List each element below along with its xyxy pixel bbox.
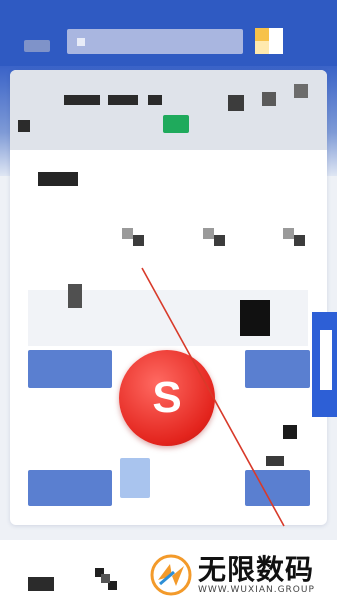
search-icon	[77, 37, 85, 46]
list-tile[interactable]	[245, 350, 310, 388]
info-icon	[18, 120, 30, 132]
info-text-block	[64, 95, 100, 105]
info-panel	[10, 70, 327, 150]
info-avatar	[228, 95, 244, 111]
list-tile[interactable]	[120, 458, 150, 498]
list-item-icon	[240, 300, 270, 336]
indicator	[283, 425, 297, 439]
scan-icon[interactable]	[255, 28, 295, 54]
watermark-logo-icon	[150, 554, 192, 596]
feature-icon[interactable]	[122, 228, 144, 246]
side-panel-accent	[320, 330, 332, 390]
list-tile[interactable]	[245, 470, 310, 506]
indicator	[266, 456, 284, 466]
section-title	[38, 172, 78, 186]
feature-icon[interactable]	[203, 228, 225, 246]
main-action-button[interactable]: S	[119, 350, 215, 446]
info-avatar	[294, 84, 308, 98]
home-icon[interactable]	[28, 577, 54, 591]
list-item-icon	[68, 284, 82, 308]
info-text-block	[108, 95, 138, 105]
info-avatar	[262, 92, 276, 106]
status-green-icon	[163, 115, 189, 133]
watermark-title: 无限数码	[198, 553, 315, 586]
feature-icon[interactable]	[283, 228, 305, 246]
watermark-subtitle: WWW.WUXIAN.GROUP	[198, 585, 315, 595]
info-text-block	[148, 95, 162, 105]
watermark: 无限数码 WWW.WUXIAN.GROUP	[150, 550, 337, 600]
search-input[interactable]	[67, 29, 243, 54]
list-tile[interactable]	[28, 350, 112, 388]
list-tile[interactable]	[28, 470, 112, 506]
main-action-glyph: S	[152, 373, 182, 422]
apps-icon[interactable]	[95, 568, 117, 590]
back-icon[interactable]	[24, 40, 50, 52]
